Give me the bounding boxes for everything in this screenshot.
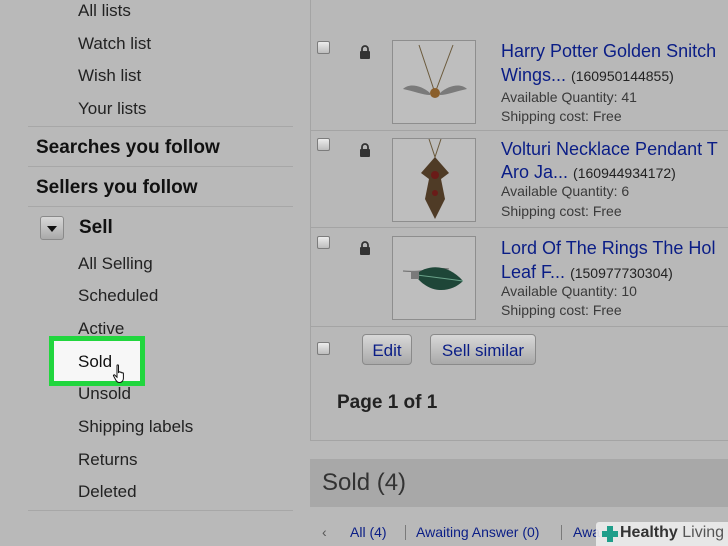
listing-title-line2[interactable]: Aro Ja... (160944934172) [501, 161, 676, 185]
golden-snitch-image [403, 44, 467, 98]
listing-checkbox[interactable] [317, 138, 330, 151]
divider [28, 126, 293, 127]
elven-leaf-brooch-image [402, 267, 464, 291]
health-plus-logo-icon [602, 526, 618, 542]
item-id: (160944934172) [573, 165, 676, 181]
divider [311, 227, 728, 228]
shipping-cost: Shipping cost: Free [501, 203, 622, 219]
lock-icon [360, 45, 370, 59]
item-thumbnail[interactable] [392, 40, 476, 124]
shipping-cost: Shipping cost: Free [501, 302, 622, 318]
sidebar-link-deleted[interactable]: Deleted [78, 482, 137, 502]
hand-cursor-icon [112, 364, 124, 383]
sidebar-link-sold-highlight[interactable]: Sold [49, 336, 145, 386]
item-thumbnail[interactable] [392, 138, 476, 222]
listing-title-link[interactable]: Volturi Necklace Pendant T [501, 138, 718, 161]
lock-icon [360, 241, 370, 255]
listing-title-link[interactable]: Lord Of The Rings The Hol [501, 237, 715, 260]
divider [405, 525, 406, 540]
sell-section-title[interactable]: Sell [79, 217, 113, 239]
pagination-text: Page 1 of 1 [337, 392, 438, 413]
filter-awaiting-answer[interactable]: Awaiting Answer (0) [416, 524, 539, 540]
divider [28, 206, 293, 207]
divider [311, 326, 728, 327]
available-quantity: Available Quantity: 6 [501, 183, 630, 199]
sidebar-link-sold[interactable]: Sold [78, 352, 112, 372]
active-listings-panel: Harry Potter Golden Snitch Wings... (160… [310, 0, 728, 441]
chevron-down-icon [47, 226, 57, 232]
watermark-brand: Healthy [620, 524, 678, 541]
available-quantity: Available Quantity: 41 [501, 89, 637, 105]
listing-title-line2[interactable]: Leaf F... (150977730304) [501, 261, 673, 285]
filter-all[interactable]: All (4) [350, 524, 387, 540]
sidebar-link-all-lists[interactable]: All lists [78, 1, 131, 21]
listing-title-continuation[interactable]: Wings... [501, 65, 566, 85]
listing-title-continuation[interactable]: Aro Ja... [501, 162, 568, 182]
listing-checkbox[interactable] [317, 236, 330, 249]
edit-button[interactable]: Edit [362, 334, 412, 365]
sellers-you-follow-link[interactable]: Sellers you follow [36, 177, 198, 199]
listing-title-link[interactable]: Harry Potter Golden Snitch [501, 40, 716, 63]
item-thumbnail[interactable] [392, 236, 476, 320]
item-id: (150977730304) [570, 265, 673, 281]
sidebar-link-watch-list[interactable]: Watch list [78, 34, 151, 54]
healthy-living-watermark: Healthy Living [596, 522, 728, 546]
item-id: (160950144855) [571, 68, 674, 84]
lock-icon [360, 143, 370, 157]
sidebar-link-returns[interactable]: Returns [78, 450, 138, 470]
sidebar-link-scheduled[interactable]: Scheduled [78, 286, 158, 306]
available-quantity: Available Quantity: 10 [501, 283, 637, 299]
shipping-cost: Shipping cost: Free [501, 108, 622, 124]
sidebar: All lists Watch list Wish list Your list… [0, 0, 300, 546]
listing-checkbox[interactable] [317, 41, 330, 54]
listing-title-continuation[interactable]: Leaf F... [501, 262, 565, 282]
watermark-text: Healthy Living [620, 524, 724, 542]
divider [28, 166, 293, 167]
listing-title-line2[interactable]: Wings... (160950144855) [501, 64, 674, 88]
sidebar-link-all-selling[interactable]: All Selling [78, 254, 153, 274]
chevron-left-icon[interactable]: ‹ [322, 524, 327, 540]
sidebar-link-unsold[interactable]: Unsold [78, 384, 131, 404]
volturi-pendant-image [421, 139, 449, 219]
select-all-checkbox[interactable] [317, 342, 330, 355]
divider [311, 130, 728, 131]
watermark-suffix: Living [682, 524, 725, 541]
divider [28, 510, 293, 511]
sell-similar-button[interactable]: Sell similar [430, 334, 536, 365]
searches-you-follow-link[interactable]: Searches you follow [36, 137, 220, 159]
sidebar-link-wish-list[interactable]: Wish list [78, 66, 141, 86]
sold-section-header[interactable]: Sold (4) [310, 459, 728, 507]
divider [561, 525, 562, 540]
sidebar-link-shipping-labels[interactable]: Shipping labels [78, 417, 193, 437]
sold-section-title: Sold (4) [322, 469, 407, 496]
sidebar-link-your-lists[interactable]: Your lists [78, 99, 146, 119]
sell-collapse-toggle[interactable] [40, 216, 64, 240]
